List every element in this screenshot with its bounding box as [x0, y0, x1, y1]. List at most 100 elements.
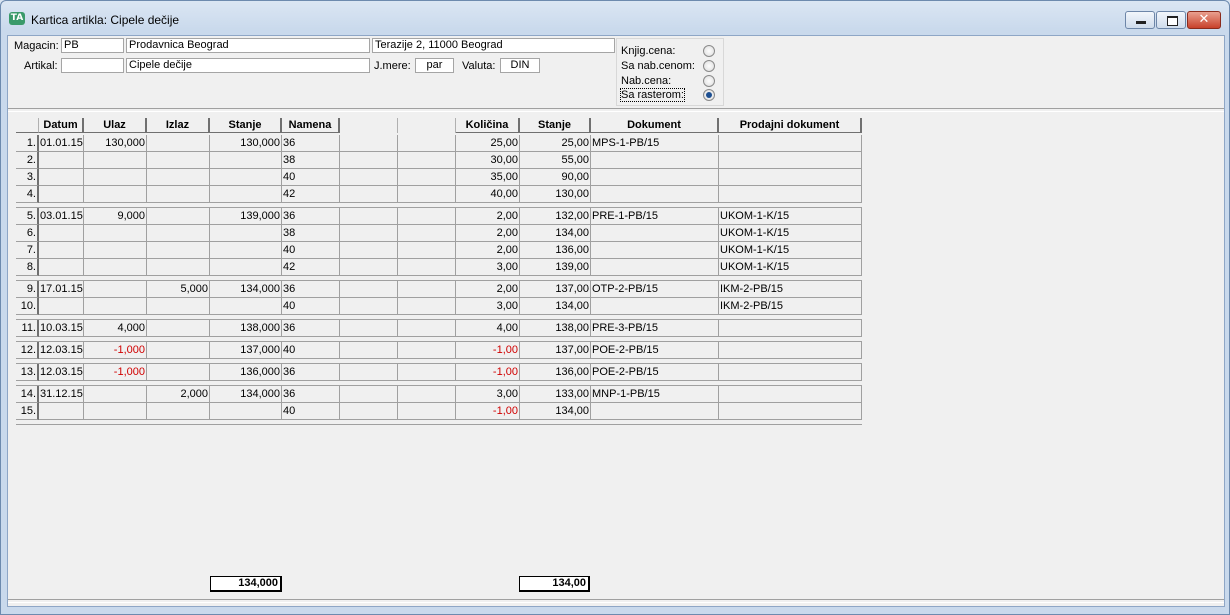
- cell-empty[interactable]: [340, 320, 398, 337]
- cell-empty[interactable]: [398, 225, 456, 242]
- cell-namena[interactable]: 36: [282, 320, 340, 337]
- cell-kol[interactable]: 3,00: [456, 298, 520, 315]
- table-row[interactable]: 2. 38 30,00 55,00: [16, 152, 862, 169]
- cell-pdok[interactable]: [719, 403, 862, 420]
- cell-pdok[interactable]: [719, 342, 862, 359]
- cell-stanje[interactable]: [210, 403, 282, 420]
- table-row[interactable]: 10. 40 3,00 134,00 IKM-2-PB/15: [16, 298, 862, 315]
- cell-pdok[interactable]: IKM-2-PB/15: [719, 281, 862, 298]
- cell-stanje[interactable]: 138,000: [210, 320, 282, 337]
- cell-namena[interactable]: 36: [282, 386, 340, 403]
- cell-izlaz[interactable]: [147, 342, 210, 359]
- cell-izlaz[interactable]: 5,000: [147, 281, 210, 298]
- cell-datum[interactable]: 31.12.15: [39, 386, 84, 403]
- cell-empty[interactable]: [340, 186, 398, 203]
- table-row[interactable]: 13. 12.03.15 -1,000 136,000 36 -1,00 136,00 POE…: [16, 364, 862, 381]
- cell-n[interactable]: 12.: [16, 342, 39, 359]
- cell-st[interactable]: 137,00: [520, 342, 591, 359]
- cell-empty[interactable]: [340, 298, 398, 315]
- cell-empty[interactable]: [398, 403, 456, 420]
- cell-dok[interactable]: [591, 259, 719, 276]
- cell-ulaz[interactable]: [84, 281, 147, 298]
- cell-pdok[interactable]: [719, 364, 862, 381]
- cell-empty[interactable]: [398, 364, 456, 381]
- cell-n[interactable]: 5.: [16, 208, 39, 225]
- close-button[interactable]: ✕: [1187, 11, 1221, 29]
- cell-empty[interactable]: [340, 208, 398, 225]
- cell-empty[interactable]: [340, 242, 398, 259]
- title-bar[interactable]: TA Kartica artikla: Cipele dečije ✕: [1, 1, 1229, 35]
- cell-empty[interactable]: [398, 386, 456, 403]
- cell-st[interactable]: 134,00: [520, 403, 591, 420]
- cell-namena[interactable]: 36: [282, 281, 340, 298]
- cell-empty[interactable]: [398, 259, 456, 276]
- cell-dok[interactable]: [591, 225, 719, 242]
- cell-empty[interactable]: [398, 152, 456, 169]
- cell-n[interactable]: 2.: [16, 152, 39, 169]
- cell-pdok[interactable]: [719, 152, 862, 169]
- cell-pdok[interactable]: [719, 386, 862, 403]
- cell-dok[interactable]: [591, 169, 719, 186]
- table-row[interactable]: 6. 38 2,00 134,00 UKOM-1-K/15: [16, 225, 862, 242]
- cell-ulaz[interactable]: [84, 403, 147, 420]
- cell-st[interactable]: 137,00: [520, 281, 591, 298]
- column-header-prodajni-dokument[interactable]: Prodajni dokument: [719, 118, 862, 133]
- cell-pdok[interactable]: [719, 169, 862, 186]
- cell-namena[interactable]: 36: [282, 135, 340, 152]
- cell-stanje[interactable]: 136,000: [210, 364, 282, 381]
- cell-empty[interactable]: [340, 281, 398, 298]
- cell-izlaz[interactable]: [147, 320, 210, 337]
- jmere-field[interactable]: par: [415, 58, 454, 73]
- cell-empty[interactable]: [340, 225, 398, 242]
- cell-ulaz[interactable]: [84, 169, 147, 186]
- valuta-field[interactable]: DIN: [500, 58, 540, 73]
- cell-ulaz[interactable]: [84, 386, 147, 403]
- cell-n[interactable]: 10.: [16, 298, 39, 315]
- table-row[interactable]: 15. 40 -1,00 134,00: [16, 403, 862, 420]
- table-row[interactable]: 12. 12.03.15 -1,000 137,000 40 -1,00 137,00 POE…: [16, 342, 862, 359]
- cell-datum[interactable]: 01.01.15: [39, 135, 84, 152]
- cell-empty[interactable]: [398, 169, 456, 186]
- cell-datum[interactable]: [39, 152, 84, 169]
- column-header-ulaz[interactable]: Ulaz: [84, 118, 147, 133]
- cell-stanje[interactable]: 130,000: [210, 135, 282, 152]
- cell-empty[interactable]: [340, 386, 398, 403]
- cell-n[interactable]: 15.: [16, 403, 39, 420]
- cell-izlaz[interactable]: [147, 169, 210, 186]
- option-sa-rasterom-radio[interactable]: [703, 89, 715, 101]
- cell-pdok[interactable]: UKOM-1-K/15: [719, 208, 862, 225]
- cell-datum[interactable]: [39, 403, 84, 420]
- option-nab-cena-radio[interactable]: [703, 75, 715, 87]
- cell-ulaz[interactable]: 4,000: [84, 320, 147, 337]
- cell-datum[interactable]: 12.03.15: [39, 342, 84, 359]
- option-nab-cena-label[interactable]: Nab.cena:: [621, 75, 671, 87]
- column-header-namena[interactable]: Namena: [282, 118, 340, 133]
- cell-st[interactable]: 132,00: [520, 208, 591, 225]
- magacin-name-field[interactable]: Prodavnica Beograd: [126, 38, 370, 53]
- cell-empty[interactable]: [398, 186, 456, 203]
- cell-kol[interactable]: 25,00: [456, 135, 520, 152]
- magacin-address-field[interactable]: Terazije 2, 11000 Beograd: [372, 38, 615, 53]
- cell-st[interactable]: 136,00: [520, 242, 591, 259]
- cell-datum[interactable]: [39, 242, 84, 259]
- option-sa-nab-cenom-label[interactable]: Sa nab.cenom:: [621, 60, 695, 72]
- cell-stanje[interactable]: [210, 225, 282, 242]
- cell-kol[interactable]: 35,00: [456, 169, 520, 186]
- table-row[interactable]: 1. 01.01.15 130,000 130,000 36 25,00 25,00 MPS-…: [16, 135, 862, 152]
- cell-kol[interactable]: 2,00: [456, 242, 520, 259]
- cell-st[interactable]: 130,00: [520, 186, 591, 203]
- cell-ulaz[interactable]: -1,000: [84, 342, 147, 359]
- cell-izlaz[interactable]: [147, 186, 210, 203]
- cell-stanje[interactable]: [210, 259, 282, 276]
- cell-namena[interactable]: 42: [282, 259, 340, 276]
- cell-namena[interactable]: 42: [282, 186, 340, 203]
- cell-datum[interactable]: [39, 259, 84, 276]
- cell-datum[interactable]: [39, 225, 84, 242]
- option-knjig-cena-label[interactable]: Knjig.cena:: [621, 45, 675, 57]
- cell-n[interactable]: 4.: [16, 186, 39, 203]
- table-row[interactable]: 11. 10.03.15 4,000 138,000 36 4,00 138,00 PRE-3…: [16, 320, 862, 337]
- cell-izlaz[interactable]: 2,000: [147, 386, 210, 403]
- magacin-code-field[interactable]: PB: [61, 38, 124, 53]
- cell-empty[interactable]: [398, 242, 456, 259]
- cell-dok[interactable]: [591, 403, 719, 420]
